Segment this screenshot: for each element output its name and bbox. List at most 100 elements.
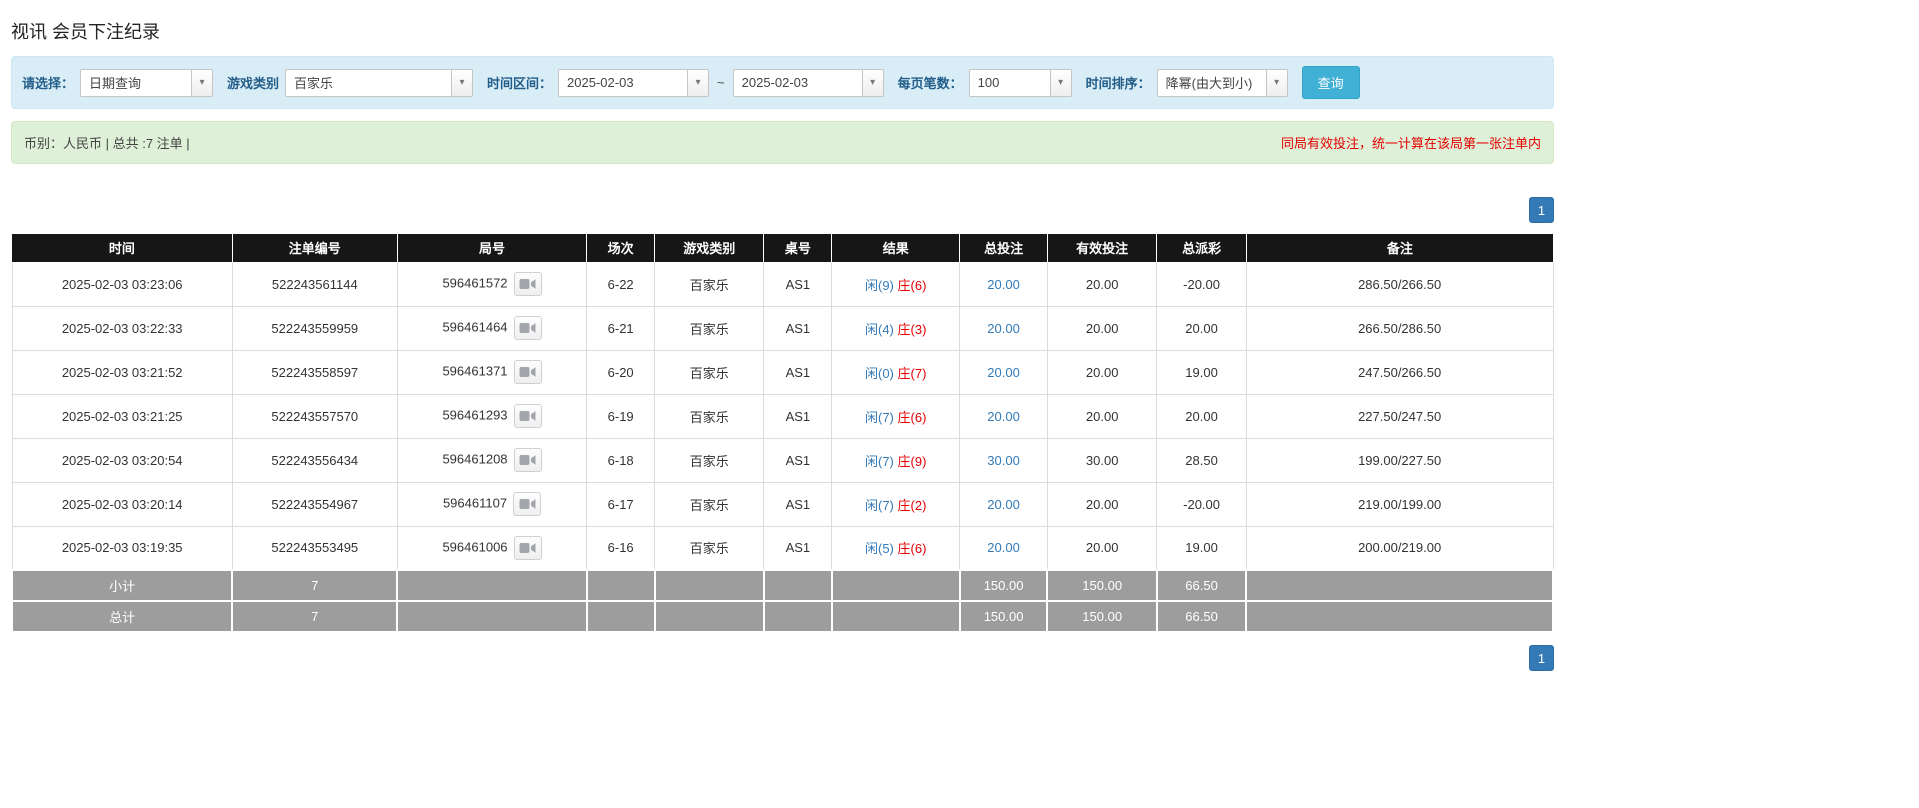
game-type: 百家乐 [654, 437, 765, 483]
result-player: 闲(9) [865, 277, 894, 293]
header-row: 时间 注单编号 局号 场次 游戏类别 桌号 结果 总投注 有效投注 总派彩 备注 [12, 234, 1553, 263]
video-camera-icon [519, 411, 536, 421]
valid-bet: 20.00 [1046, 393, 1158, 439]
payout-value: -20.00 [1156, 481, 1247, 527]
video-replay-button[interactable] [513, 272, 542, 296]
subtotal-total-bet: 150.00 [958, 569, 1049, 602]
total-label: 总计 [10, 600, 234, 633]
chevron-down-icon[interactable]: ▾ [687, 69, 709, 96]
page-number-button[interactable]: 1 [1529, 197, 1554, 223]
total-bet-link[interactable]: 20.00 [987, 409, 1020, 424]
date-range-label: 时间区间： [487, 76, 553, 91]
payout-value: 20.00 [1156, 305, 1247, 351]
subtotal-row: 小计 7 150.00 150.00 66.50 [10, 569, 1554, 602]
payout-value: 19.00 [1156, 525, 1247, 571]
total-row: 总计 7 150.00 150.00 66.50 [10, 600, 1554, 633]
total-bet-cell: 20.00 [959, 481, 1048, 527]
page-container: 视讯 会员下注纪录 请选择： ▾ 游戏类别 ▾ 时间区间： ▾ ~ ▾ 每页笔数… [10, 0, 1554, 671]
chevron-down-icon[interactable]: ▾ [191, 69, 213, 96]
table-id: AS1 [763, 305, 833, 351]
game-result: 闲(4) 庄(3) [831, 305, 961, 351]
total-bet-link[interactable]: 30.00 [987, 453, 1020, 468]
total-empty-cell [653, 600, 765, 633]
game-type-input[interactable] [286, 69, 452, 96]
video-camera-icon [519, 279, 536, 289]
date-from-picker: ▾ [558, 68, 710, 97]
note: 266.50/286.50 [1245, 305, 1554, 351]
video-replay-button[interactable] [513, 492, 542, 516]
total-empty-cell [762, 600, 833, 633]
total-bet-cell: 20.00 [959, 525, 1048, 571]
round-id-cell: 596461572 [396, 261, 588, 307]
result-player: 闲(7) [865, 409, 894, 425]
video-camera-icon [519, 367, 536, 377]
game-result: 闲(0) 庄(7) [831, 349, 961, 395]
table-id: AS1 [763, 525, 833, 571]
bet-records-table: 时间 注单编号 局号 场次 游戏类别 桌号 结果 总投注 有效投注 总派彩 备注… [10, 234, 1554, 633]
payout-value: -20.00 [1156, 261, 1247, 307]
round-id: 596461107 [442, 495, 508, 511]
video-replay-button[interactable] [513, 535, 542, 560]
game-type: 百家乐 [654, 305, 765, 351]
page-size-combobox: ▾ [968, 68, 1072, 97]
table-row: 2025-02-03 03:20:54 522243556434 5964612… [11, 437, 1554, 483]
page-size-input[interactable] [969, 69, 1050, 96]
chevron-down-icon[interactable]: ▾ [1265, 69, 1287, 96]
search-button[interactable]: 查询 [1301, 66, 1360, 99]
table-footer: 小计 7 150.00 150.00 66.50 总计 7 150.00 150… [10, 569, 1554, 633]
query-type-input[interactable] [81, 69, 192, 96]
total-bet-link[interactable]: 20.00 [987, 321, 1020, 336]
round-id-cell: 596461006 [396, 525, 588, 571]
total-bet-link[interactable]: 20.00 [987, 497, 1020, 512]
result-player: 闲(4) [865, 321, 894, 337]
date-from-input[interactable] [559, 69, 688, 96]
game-result: 闲(7) 庄(9) [831, 437, 961, 483]
game-type: 百家乐 [654, 261, 765, 307]
table-row: 2025-02-03 03:23:06 522243561144 5964615… [11, 261, 1554, 307]
chevron-down-icon[interactable]: ▾ [451, 69, 473, 96]
result-banker: 庄(6) [897, 409, 927, 425]
sort-order-input[interactable] [1157, 69, 1266, 96]
round-id-cell: 596461293 [396, 393, 588, 439]
video-camera-icon [519, 542, 536, 553]
note: 199.00/227.50 [1245, 437, 1554, 483]
session-number: 6-20 [586, 349, 656, 395]
table-id: AS1 [763, 481, 833, 527]
game-result: 闲(5) 庄(6) [831, 525, 961, 571]
date-to-input[interactable] [733, 69, 862, 96]
valid-bet: 30.00 [1046, 437, 1158, 483]
total-bet-link[interactable]: 20.00 [987, 540, 1020, 555]
game-type-label: 游戏类别 [227, 76, 280, 91]
result-player: 闲(7) [865, 453, 894, 469]
subtotal-empty-cell [653, 569, 765, 602]
total-count: 7 [231, 600, 399, 633]
result-player: 闲(0) [865, 365, 894, 381]
subtotal-empty-cell [396, 569, 588, 602]
total-valid-bet: 150.00 [1046, 600, 1158, 633]
result-banker: 庄(9) [897, 453, 927, 469]
date-range-separator: ~ [717, 75, 725, 90]
valid-bet: 20.00 [1046, 525, 1158, 571]
page-number-button[interactable]: 1 [1529, 645, 1554, 671]
round-id-cell: 596461107 [396, 481, 588, 527]
column-header-result: 结果 [831, 234, 961, 263]
bet-id: 522243558597 [231, 349, 398, 395]
video-replay-button[interactable] [513, 316, 542, 340]
total-bet-link[interactable]: 20.00 [987, 277, 1020, 292]
pagination-bottom: 1 [11, 645, 1554, 671]
subtotal-empty-cell [762, 569, 833, 602]
video-replay-button[interactable] [513, 404, 542, 428]
chevron-down-icon[interactable]: ▾ [861, 69, 883, 96]
bet-time: 2025-02-03 03:23:06 [11, 261, 233, 307]
total-bet-link[interactable]: 20.00 [987, 365, 1020, 380]
chevron-down-icon[interactable]: ▾ [1049, 69, 1071, 96]
total-bet-cell: 20.00 [959, 349, 1048, 395]
bet-id: 522243557570 [231, 393, 398, 439]
bet-time: 2025-02-03 03:21:52 [11, 349, 233, 395]
date-to-picker: ▾ [732, 68, 884, 97]
bet-time: 2025-02-03 03:21:25 [11, 393, 233, 439]
video-replay-button[interactable] [513, 360, 542, 384]
video-replay-button[interactable] [513, 448, 542, 472]
total-bet-cell: 20.00 [959, 261, 1048, 307]
game-type: 百家乐 [654, 349, 765, 395]
